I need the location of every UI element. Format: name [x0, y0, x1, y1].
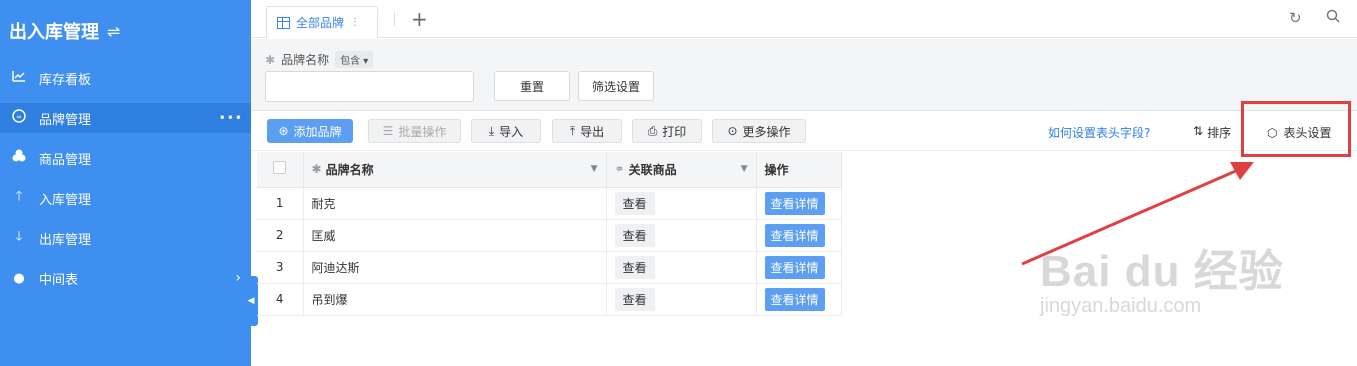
watermark: Bai du 经验 jingyan.baidu.com	[1040, 235, 1284, 318]
watermark-brand: Bai du 经验	[1040, 247, 1284, 296]
